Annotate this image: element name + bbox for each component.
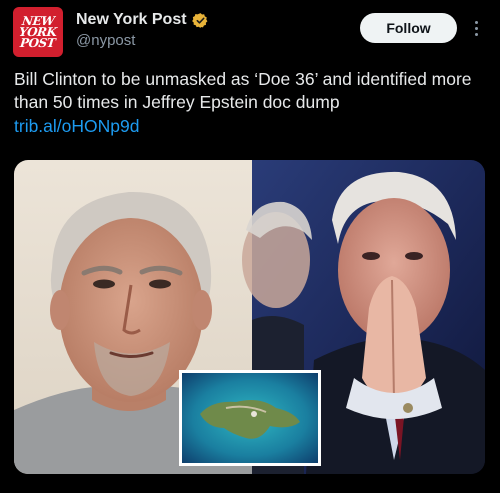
tweet-media[interactable]: [14, 160, 485, 474]
island-inset-photo: [179, 370, 321, 466]
more-dot: [474, 26, 478, 30]
follow-button[interactable]: Follow: [360, 13, 457, 43]
display-name[interactable]: New York Post: [76, 11, 187, 29]
tweet-post: NEW YORK POST New York Post @nypost Foll…: [0, 0, 500, 493]
author-name-row[interactable]: New York Post: [76, 11, 209, 29]
tweet-link[interactable]: trib.al/oHONp9d: [14, 115, 139, 138]
more-dot: [474, 20, 478, 24]
avatar[interactable]: NEW YORK POST: [13, 7, 63, 57]
account-handle[interactable]: @nypost: [76, 32, 135, 49]
more-dot: [474, 32, 478, 36]
verified-badge-icon: [191, 12, 209, 29]
avatar-logo-line-3: POST: [19, 35, 57, 50]
tweet-text: Bill Clinton to be unmasked as ‘Doe 36’ …: [14, 69, 472, 112]
more-vertical-icon[interactable]: [469, 14, 483, 42]
